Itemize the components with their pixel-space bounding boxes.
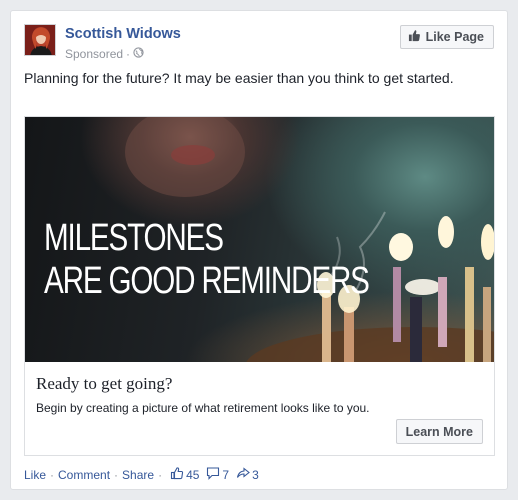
ad-headline: MILESTONES ARE GOOD REMINDERS <box>44 217 370 303</box>
separator-dot: · <box>158 467 163 482</box>
thumbs-up-icon <box>408 29 421 45</box>
like-page-label: Like Page <box>425 30 484 44</box>
ad-headline-line1: MILESTONES <box>44 217 224 259</box>
page-name-link[interactable]: Scottish Widows <box>65 26 181 42</box>
page-avatar[interactable] <box>24 24 56 56</box>
share-link[interactable]: Share <box>122 468 154 482</box>
ad-description: Begin by creating a picture of what reti… <box>36 401 370 415</box>
ad-title[interactable]: Ready to get going? <box>36 374 172 394</box>
like-link[interactable]: Like <box>24 468 46 482</box>
like-page-button[interactable]: Like Page <box>399 25 494 49</box>
post-message: Planning for the future? It may be easie… <box>24 70 454 86</box>
thumbs-up-icon <box>170 466 184 483</box>
comment-link[interactable]: Comment <box>58 468 110 482</box>
separator-dot: · <box>114 467 119 482</box>
shares-count-value: 3 <box>252 467 259 482</box>
post-actions: Like · Comment · Share · 45 7 3 <box>24 466 259 483</box>
ad-attachment[interactable]: MILESTONES ARE GOOD REMINDERS Ready to g… <box>24 116 495 456</box>
likes-count[interactable]: 45 <box>170 466 199 483</box>
separator-dot: · <box>126 47 131 61</box>
ad-headline-line2: ARE GOOD REMINDERS <box>44 260 370 302</box>
ad-image[interactable]: MILESTONES ARE GOOD REMINDERS <box>25 117 494 362</box>
separator-dot: · <box>50 467 55 482</box>
shares-count[interactable]: 3 <box>236 466 259 483</box>
sponsored-label[interactable]: Sponsored <box>65 47 123 61</box>
comment-icon <box>206 466 220 483</box>
comments-count[interactable]: 7 <box>206 466 229 483</box>
avatar-image <box>25 25 55 55</box>
sponsored-post-card: Scottish Widows Sponsored · Like Page Pl… <box>10 10 508 490</box>
learn-more-button[interactable]: Learn More <box>395 419 483 444</box>
comments-count-value: 7 <box>222 467 230 482</box>
share-icon <box>236 466 250 483</box>
likes-count-value: 45 <box>186 467 200 482</box>
sponsored-row: Sponsored · <box>65 47 144 61</box>
globe-icon <box>133 47 144 61</box>
